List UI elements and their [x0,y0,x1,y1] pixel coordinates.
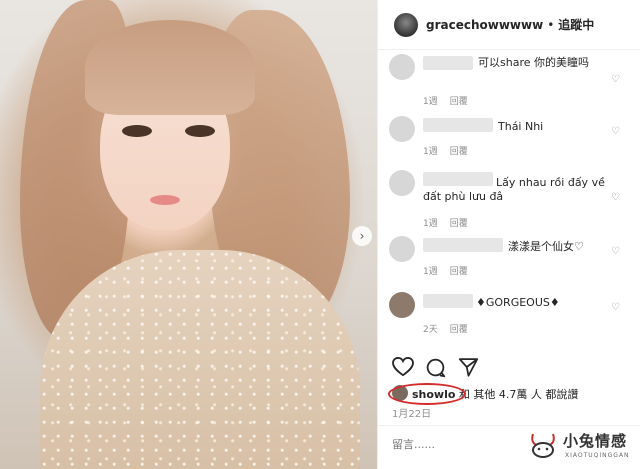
photo-lips [150,195,180,205]
avatar[interactable] [394,12,418,37]
heart-icon[interactable]: ♡ [611,192,620,203]
comment-icon[interactable] [425,357,446,378]
rabbit-logo-icon [531,433,555,458]
comment-text: Thái Nhi [498,120,544,133]
heart-icon[interactable] [392,357,414,377]
comment-meta: 1週 回覆 [423,144,480,157]
comment-meta: 1週 回覆 [423,264,480,277]
heart-icon[interactable]: ♡ [611,126,620,137]
comment-avatar[interactable] [389,170,415,196]
comment-text: ♦GORGEOUS♦ [476,296,560,310]
watermark-subtitle: XIAOTUQINGGAN [565,452,630,459]
reply-button[interactable]: 回覆 [450,97,468,107]
header-separator: • [547,17,555,32]
likes-line: showlo 和 其他 4.7萬 人 都說讚 [378,383,640,405]
chevron-right-icon[interactable]: › [352,226,372,246]
comment-avatar[interactable] [389,292,415,318]
reply-button[interactable]: 回覆 [450,219,468,229]
reply-button[interactable]: 回覆 [450,147,468,157]
heart-icon[interactable]: ♡ [611,302,620,313]
comment-username-blurred [423,56,473,70]
comment-list[interactable]: 可以share 你的美瞳吗 1週 回覆 ♡ Thái Nhi 1週 回覆 ♡ Lấy… [378,50,640,353]
comment-time: 1週 [423,219,438,229]
reply-button[interactable]: 回覆 [450,325,468,335]
comment-username-blurred [423,238,503,252]
comment-avatar[interactable] [389,116,415,142]
comment-avatar[interactable] [389,236,415,262]
watermark-title: 小兔情感 [563,432,628,450]
follow-button[interactable]: 追蹤中 [558,16,594,33]
comment-text: 可以share 你的美瞳吗 [478,56,589,69]
photo-eye-left [122,125,152,137]
heart-icon[interactable]: ♡ [611,74,620,85]
reply-button[interactable]: 回覆 [450,267,468,277]
share-icon[interactable] [458,357,479,377]
photo-bangs [85,20,255,115]
comment-meta: 1週 回覆 [423,216,480,229]
post-side-panel: gracechowwwww • 追蹤中 可以share 你的美瞳吗 1週 回覆 ♡… [377,0,640,469]
comment-time: 1週 [423,267,438,277]
post-date[interactable]: 1月22日 [392,405,431,420]
comment-meta: 1週 回覆 [423,94,480,107]
highlight-circle [388,383,466,405]
comment-username-blurred [423,294,473,308]
fire-icon: ♦ [476,296,486,309]
heart-icon[interactable]: ♡ [611,246,620,257]
comment-time: 1週 [423,97,438,107]
comment-text-value: GORGEOUS [485,296,550,309]
comment-text: 漾漾是个仙女♡ [508,240,584,253]
comment-text: Lấy nhau rồi đấy về đất phù lưu đâ [423,176,605,203]
comment-meta: 2天 回覆 [423,322,480,335]
comment-time: 1週 [423,147,438,157]
comment-avatar[interactable] [389,54,415,80]
watermark: 小兔情感 XIAOTUQINGGAN [525,428,637,466]
post-username[interactable]: gracechowwwww [426,18,543,32]
likes-count-text[interactable]: 和 其他 4.7萬 人 都說讚 [459,388,578,401]
comment-input[interactable] [392,438,542,451]
comment-username-blurred [423,118,493,132]
post-photo[interactable]: › [0,0,377,469]
comment-time: 2天 [423,325,438,335]
post-actions [392,357,632,379]
fire-icon: ♦ [549,296,560,309]
photo-eye-right [185,125,215,137]
post-header: gracechowwwww • 追蹤中 [378,0,640,50]
